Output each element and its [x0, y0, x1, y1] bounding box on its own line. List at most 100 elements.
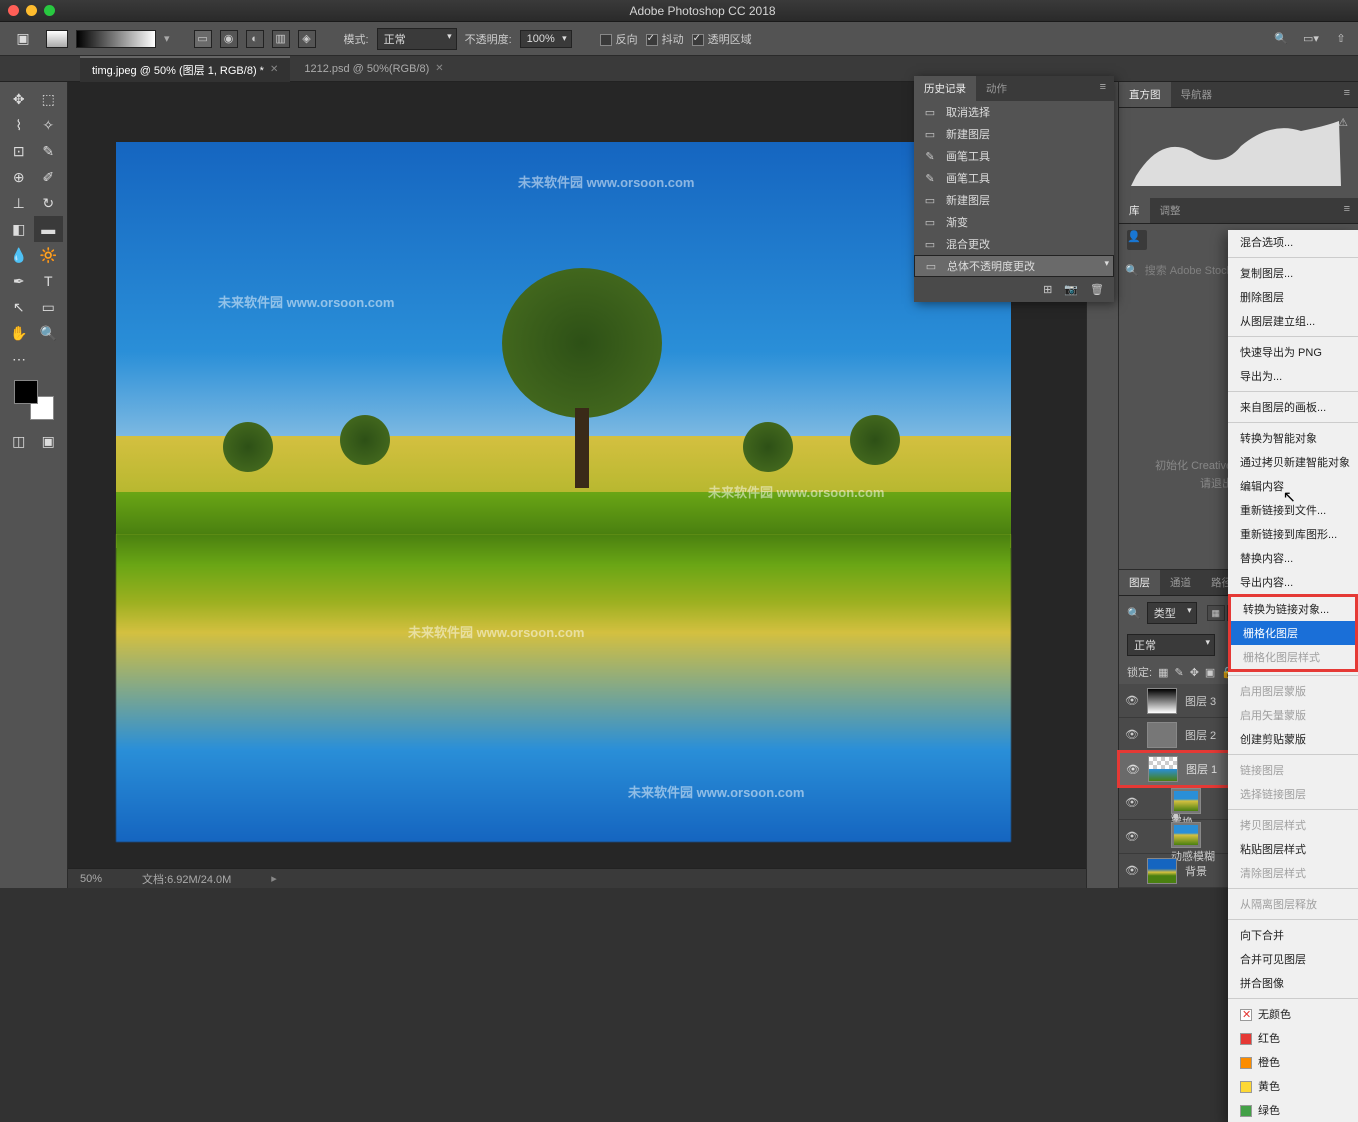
pen-tool[interactable]: ✒	[4, 268, 34, 294]
context-menu-item[interactable]: 导出内容...	[1228, 570, 1358, 594]
gradient-angle-icon[interactable]: ◐	[246, 30, 264, 48]
stamp-tool[interactable]: ⊥	[4, 190, 34, 216]
gradient-linear-icon[interactable]: ▭	[194, 30, 212, 48]
panel-menu-icon[interactable]: ≡	[1336, 198, 1358, 223]
layer-name[interactable]: 图层 1	[1186, 761, 1217, 777]
context-menu-item[interactable]: 转换为智能对象	[1228, 426, 1358, 450]
navigator-tab[interactable]: 导航器	[1171, 82, 1223, 107]
search-icon[interactable]: 🔍	[1272, 30, 1290, 48]
context-menu-item[interactable]: 快速导出为 PNG	[1228, 340, 1358, 364]
visibility-icon[interactable]: 👁	[1125, 694, 1139, 707]
context-menu-item[interactable]: 粘贴图层样式	[1228, 837, 1358, 861]
hand-tool[interactable]: ✋	[4, 320, 34, 346]
layer-thumbnail[interactable]	[1171, 788, 1201, 814]
context-menu-item[interactable]: 替换内容...	[1228, 546, 1358, 570]
lock-paint-icon[interactable]: ✎	[1174, 666, 1183, 679]
blur-tool[interactable]: 💧	[4, 242, 34, 268]
path-tool[interactable]: ↖	[4, 294, 34, 320]
layer-name[interactable]: 背景	[1185, 863, 1207, 879]
filter-pixel-icon[interactable]: ▦	[1207, 605, 1225, 621]
filter-kind-select[interactable]: 类型	[1147, 602, 1197, 624]
history-item[interactable]: ▭渐变	[914, 211, 1114, 233]
history-item[interactable]: ▭总体不透明度更改	[914, 255, 1114, 277]
context-menu-item[interactable]: 通过拷贝新建智能对象	[1228, 450, 1358, 474]
layer-blend-mode[interactable]: 正常	[1127, 634, 1215, 656]
quickmask-tool[interactable]: ◫	[4, 428, 34, 454]
zoom-level[interactable]: 50%	[80, 873, 102, 885]
screenmode-tool[interactable]: ▣	[34, 428, 64, 454]
context-menu-item[interactable]: 黄色	[1228, 1074, 1358, 1098]
context-menu-item[interactable]: 删除图层	[1228, 285, 1358, 309]
context-menu-item[interactable]: 栅格化图层	[1231, 621, 1355, 645]
gradient-preview[interactable]	[76, 30, 156, 48]
layer-thumbnail[interactable]	[1147, 688, 1177, 714]
lock-trans-icon[interactable]: ▦	[1158, 666, 1168, 679]
lock-pos-icon[interactable]: ✥	[1190, 666, 1199, 679]
dodge-tool[interactable]: 🔆	[34, 242, 64, 268]
channels-tab[interactable]: 通道	[1160, 570, 1201, 595]
history-item[interactable]: ▭新建图层	[914, 123, 1114, 145]
more-tools[interactable]: ⋯	[4, 346, 34, 372]
visibility-icon[interactable]: 👁	[1126, 763, 1140, 776]
history-item[interactable]: ▭新建图层	[914, 189, 1114, 211]
layer-name[interactable]: 图层 2	[1185, 727, 1216, 743]
document-tab-1[interactable]: timg.jpeg @ 50% (图层 1, RGB/8) *✕	[80, 56, 290, 82]
close-icon[interactable]: ✕	[270, 64, 278, 75]
lock-artboard-icon[interactable]: ▣	[1205, 666, 1215, 679]
context-menu-item[interactable]: 向下合并	[1228, 923, 1358, 947]
close-icon[interactable]: ✕	[435, 63, 443, 74]
reverse-checkbox[interactable]: 反向	[600, 31, 638, 47]
context-menu-item[interactable]: 导出为...	[1228, 364, 1358, 388]
window-controls[interactable]	[8, 5, 55, 16]
gradient-tool[interactable]: ▬	[34, 216, 64, 242]
layer-thumbnail[interactable]	[1147, 722, 1177, 748]
trash-icon[interactable]: 🗑	[1090, 283, 1104, 296]
context-menu-item[interactable]: 重新链接到库图形...	[1228, 522, 1358, 546]
eyedropper-tool[interactable]: ✎	[34, 138, 64, 164]
context-menu-item[interactable]: 来自图层的画板...	[1228, 395, 1358, 419]
history-item[interactable]: ✎画笔工具	[914, 167, 1114, 189]
libraries-tab[interactable]: 库	[1119, 198, 1150, 223]
blend-mode-select[interactable]: 正常	[377, 28, 457, 50]
context-menu-item[interactable]: 红色	[1228, 1026, 1358, 1050]
snapshot-icon[interactable]: ⊞	[1043, 283, 1052, 296]
gradient-swatch[interactable]	[46, 30, 68, 48]
warning-icon[interactable]: ⚠	[1338, 116, 1348, 129]
transparent-checkbox[interactable]: 透明区域	[692, 31, 752, 47]
history-item[interactable]: ✎画笔工具	[914, 145, 1114, 167]
history-item[interactable]: ▭混合更改	[914, 233, 1114, 255]
camera-icon[interactable]: 📷	[1064, 283, 1078, 296]
eraser-tool[interactable]: ◧	[4, 216, 34, 242]
zoom-tool[interactable]: 🔍	[34, 320, 64, 346]
filter-icon[interactable]: 🔍	[1127, 607, 1141, 620]
move-tool[interactable]: ✥	[4, 86, 34, 112]
minimize-window[interactable]	[26, 5, 37, 16]
wand-tool[interactable]: ✧	[34, 112, 64, 138]
layer-name[interactable]: 图层 3	[1185, 693, 1216, 709]
opacity-select[interactable]: 100%	[520, 30, 572, 48]
context-menu-item[interactable]: 合并可见图层	[1228, 947, 1358, 971]
panel-menu-icon[interactable]: ≡	[1092, 76, 1114, 101]
share-icon[interactable]: ⇧	[1332, 30, 1350, 48]
marquee-tool[interactable]: ⬚	[34, 86, 64, 112]
gradient-reflected-icon[interactable]: ▥	[272, 30, 290, 48]
context-menu-item[interactable]: 混合选项...	[1228, 230, 1358, 254]
type-tool[interactable]: T	[34, 268, 64, 294]
actions-tab[interactable]: 动作	[976, 76, 1017, 101]
color-swatch[interactable]	[14, 380, 54, 420]
context-menu-item[interactable]: 拼合图像	[1228, 971, 1358, 995]
context-menu-item[interactable]: 创建剪贴蒙版	[1228, 727, 1358, 751]
layer-thumbnail[interactable]	[1148, 756, 1178, 782]
maximize-window[interactable]	[44, 5, 55, 16]
home-icon[interactable]: ▣	[8, 26, 38, 52]
heal-tool[interactable]: ⊕	[4, 164, 34, 190]
dither-checkbox[interactable]: 抖动	[646, 31, 684, 47]
history-item[interactable]: ▭取消选择	[914, 101, 1114, 123]
panel-menu-icon[interactable]: ≡	[1336, 82, 1358, 107]
histogram-tab[interactable]: 直方图	[1119, 82, 1171, 107]
layers-tab[interactable]: 图层	[1119, 570, 1160, 595]
visibility-icon[interactable]: 👁	[1125, 796, 1139, 809]
gradient-diamond-icon[interactable]: ◈	[298, 30, 316, 48]
context-menu-item[interactable]: ✕无颜色	[1228, 1002, 1358, 1026]
history-tab[interactable]: 历史记录	[914, 76, 976, 101]
